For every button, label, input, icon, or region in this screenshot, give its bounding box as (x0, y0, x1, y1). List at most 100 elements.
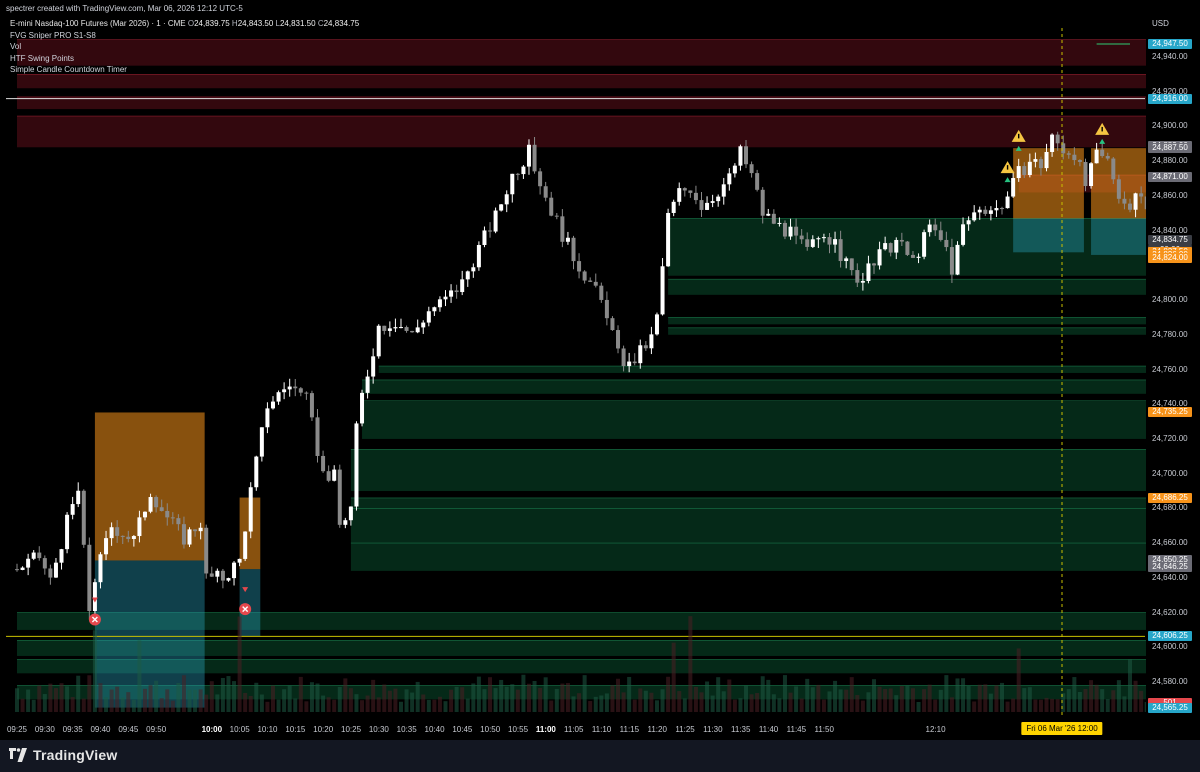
candle-body (866, 263, 871, 281)
tradingview-logo-icon (9, 748, 27, 762)
volume-bar (304, 701, 309, 712)
volume-bar (888, 688, 893, 712)
candle-body (766, 213, 771, 216)
fvg-bullish-zone (668, 279, 1200, 295)
volume-bar (872, 679, 877, 712)
price-chart[interactable] (0, 0, 1200, 772)
candle-body (510, 173, 515, 195)
candle-body (148, 497, 153, 512)
time-tick: 11:10 (591, 725, 612, 734)
candle-body (988, 210, 993, 214)
time-tick: 12:10 (925, 725, 946, 734)
volume-bar (910, 688, 915, 712)
candle-body (142, 511, 147, 518)
candle-body (532, 144, 537, 172)
time-tick: 09:30 (34, 725, 55, 734)
volume-bar (421, 694, 426, 712)
price-tag: 24,565.25 (1148, 702, 1192, 713)
indicator-vol[interactable]: Vol (10, 41, 359, 53)
volume-bar (827, 691, 832, 712)
candle-body (415, 327, 420, 333)
candle-body (599, 285, 604, 300)
candle-body (92, 582, 97, 611)
currency-label[interactable]: USD (1152, 19, 1169, 28)
candle-body (860, 280, 865, 283)
volume-bar (1105, 699, 1110, 712)
price-tick: 24,840.00 (1152, 225, 1188, 235)
candle-body (59, 549, 64, 563)
candle-body (354, 423, 359, 507)
volume-bar (131, 699, 136, 712)
volume-bar (204, 694, 209, 712)
time-tick: 11:40 (758, 725, 779, 734)
time-tick: 09:50 (146, 725, 167, 734)
volume-bar (866, 692, 871, 712)
volume-bar (26, 689, 31, 712)
warning-icon-mark (1101, 126, 1103, 132)
tradingview-logo[interactable]: TradingView (8, 746, 117, 764)
candle-body (632, 361, 637, 364)
volume-bar (1094, 684, 1099, 712)
candle-body (710, 201, 715, 203)
volume-bar (293, 698, 298, 712)
candle-body (955, 244, 960, 275)
legend-symbol-row[interactable]: E-mini Nasdaq-100 Futures (Mar 2026) · 1… (10, 18, 359, 30)
volume-bar (627, 676, 632, 712)
candle-body (460, 279, 465, 293)
indicator-htf-swing[interactable]: HTF Swing Points (10, 53, 359, 65)
candle-body (1111, 158, 1116, 180)
candle-body (432, 307, 437, 312)
candle-body (421, 322, 426, 328)
candle-body (193, 529, 198, 532)
volume-bar (59, 683, 64, 712)
volume-bar (426, 699, 431, 712)
price-tag: 24,834.75 (1148, 234, 1192, 245)
volume-bar (254, 682, 259, 712)
candle-body (549, 197, 554, 216)
volume-bar (933, 699, 938, 712)
price-tick: 24,660.00 (1152, 538, 1188, 548)
volume-bar (154, 680, 159, 712)
volume-bar (137, 640, 142, 712)
candle-body (70, 504, 75, 515)
volume-bar (321, 695, 326, 712)
volume-bar (1066, 689, 1071, 712)
volume-bar (1128, 659, 1132, 712)
volume-bar (610, 685, 615, 712)
indicator-fvg-sniper[interactable]: FVG Sniper PRO S1-S8 (10, 30, 359, 42)
volume-bar (766, 679, 771, 712)
candle-body (120, 535, 125, 537)
candle-body (526, 144, 531, 167)
volume-bar (37, 685, 42, 712)
indicator-countdown[interactable]: Simple Candle Countdown Timer (10, 64, 359, 76)
candle-body (721, 184, 726, 197)
candle-body (53, 562, 58, 578)
volume-bar (226, 676, 231, 712)
volume-bar (632, 699, 637, 712)
price-tick: 24,700.00 (1152, 468, 1188, 478)
candle-body (126, 536, 131, 539)
volume-bar (977, 684, 982, 712)
candle-body (738, 146, 743, 166)
candle-body (65, 514, 70, 550)
buy-arrow-icon (1004, 177, 1011, 183)
volume-bar (126, 692, 131, 712)
candle-body (398, 327, 403, 329)
candle-body (87, 544, 92, 611)
volume-bar (699, 692, 704, 712)
chart-credit: spectrer created with TradingView.com, M… (6, 4, 243, 13)
candle-body (220, 570, 225, 581)
time-tick: 11:15 (619, 725, 640, 734)
volume-bar (599, 695, 604, 712)
candle-body (821, 237, 826, 239)
volume-bar (560, 683, 565, 712)
volume-bar (738, 698, 743, 712)
volume-bar (905, 685, 910, 712)
volume-bar (120, 697, 125, 712)
candle-body (337, 469, 342, 525)
time-tick: 10:45 (452, 725, 473, 734)
volume-bar (716, 677, 721, 712)
price-tag: 24,947.50 (1148, 38, 1192, 49)
volume-bar (938, 689, 943, 712)
volume-bar (777, 698, 782, 712)
